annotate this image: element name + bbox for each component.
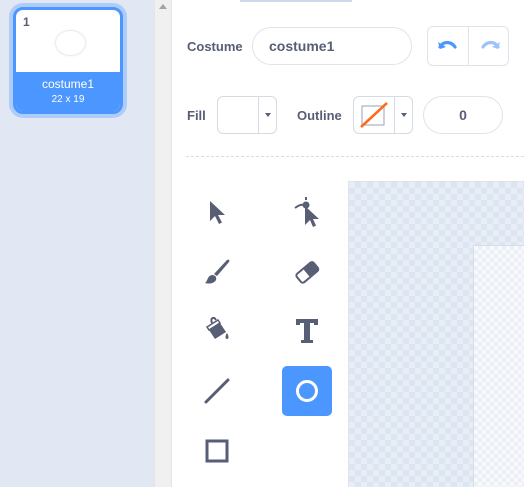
picker-divider — [394, 97, 395, 133]
rectangle-tool-button[interactable] — [192, 426, 242, 476]
top-tab-indicator — [240, 0, 352, 2]
costume-tile[interactable]: 1 costume1 22 x 19 — [13, 7, 123, 114]
outline-color-picker[interactable] — [353, 96, 413, 134]
chevron-down-icon — [265, 113, 271, 117]
reshape-icon — [294, 197, 319, 227]
paint-canvas[interactable] — [348, 181, 524, 487]
undo-icon — [438, 40, 457, 49]
toolbar-divider — [186, 156, 524, 157]
fill-color-swatch — [223, 102, 255, 128]
fill-tool-button[interactable] — [192, 305, 242, 355]
fill-bucket-icon — [205, 316, 229, 339]
eraser-icon — [295, 261, 320, 284]
costume-name-input[interactable]: costume1 — [252, 27, 412, 65]
reshape-tool-button[interactable] — [282, 187, 332, 237]
line-icon — [204, 378, 230, 404]
costume-thumbnail — [55, 30, 86, 56]
circle-icon — [296, 380, 318, 402]
redo-icon — [480, 40, 500, 49]
costume-list: 1 costume1 22 x 19 — [0, 0, 154, 487]
outline-color-swatch — [359, 102, 391, 128]
fill-label: Fill — [187, 108, 206, 123]
brush-tool-button[interactable] — [192, 247, 242, 297]
costume-label: Costume — [187, 39, 243, 54]
costume-tile-name: costume1 — [41, 77, 95, 91]
text-tool-button[interactable] — [282, 305, 332, 355]
fill-color-picker[interactable] — [217, 96, 277, 134]
text-icon — [296, 319, 318, 343]
eraser-tool-button[interactable] — [282, 247, 332, 297]
costume-tile-footer: costume1 22 x 19 — [16, 72, 120, 111]
line-tool-button[interactable] — [192, 366, 242, 416]
no-color-icon — [360, 102, 388, 128]
select-tool-button[interactable] — [192, 187, 242, 237]
chevron-down-icon — [401, 113, 407, 117]
costume-tile-size: 22 x 19 — [51, 94, 85, 105]
scroll-up-arrow-icon[interactable] — [159, 4, 167, 9]
costume-list-scrollbar[interactable] — [154, 0, 172, 487]
undo-redo-group — [427, 26, 509, 66]
paint-editor-root: 1 costume1 22 x 19 Costume costume1 Fill… — [0, 0, 524, 487]
outline-label: Outline — [297, 108, 342, 123]
outline-width-input[interactable]: 0 — [423, 96, 503, 134]
undo-button[interactable] — [428, 27, 469, 65]
select-arrow-icon — [210, 201, 225, 224]
brush-icon — [205, 259, 230, 284]
costume-number: 1 — [23, 15, 30, 29]
picker-divider — [258, 97, 259, 133]
circle-tool-button[interactable] — [282, 366, 332, 416]
redo-button[interactable] — [469, 27, 508, 65]
rectangle-icon — [205, 439, 229, 463]
canvas-bounds — [473, 245, 524, 487]
